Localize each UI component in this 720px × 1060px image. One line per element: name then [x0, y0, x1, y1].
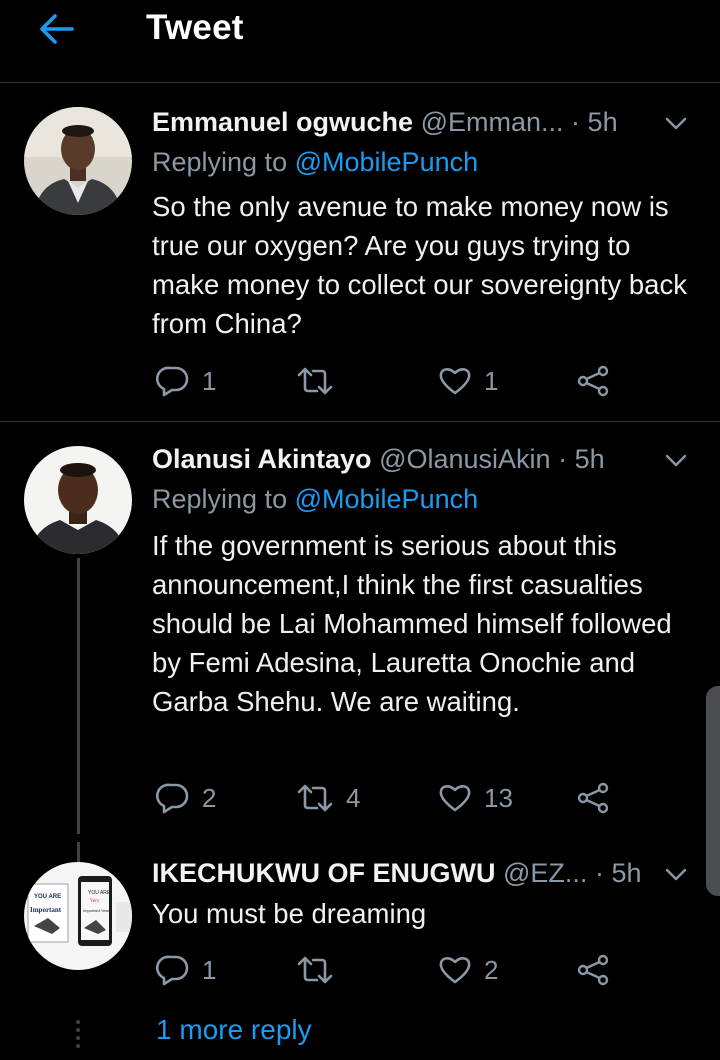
timestamp[interactable]: 5h [611, 858, 641, 888]
retweet-icon [297, 367, 333, 395]
replying-to-label: Replying to [152, 484, 288, 514]
reply-count: 1 [202, 365, 217, 396]
tweet-text: So the only avenue to make money now is … [152, 191, 687, 339]
mention-link[interactable]: @MobilePunch [295, 484, 479, 514]
user-handle[interactable]: @Emman... [421, 107, 564, 137]
heart-icon [439, 368, 471, 395]
user-handle[interactable]: @OlanusiAkin [379, 444, 550, 474]
reply-icon [156, 366, 189, 397]
display-name[interactable]: Emmanuel ogwuche [152, 107, 413, 137]
tweet-header: Olanusi Akintayo @OlanusiAkin · 5h [152, 442, 672, 476]
book-cover-text: Important [30, 906, 62, 914]
timestamp[interactable]: 5h [588, 107, 618, 137]
share-icon [577, 365, 609, 397]
tweet-actions: 1 2 [152, 950, 672, 990]
display-name[interactable]: Olanusi Akintayo [152, 444, 372, 474]
book-cover-text: YOU ARE [88, 890, 111, 896]
avatar[interactable]: YOU ARE Important YOU ARE Very Important… [24, 862, 132, 970]
share-icon [577, 782, 609, 814]
replying-to: Replying to @MobilePunch [152, 145, 478, 179]
retweet-count: 4 [346, 782, 361, 813]
tweet-actions: 1 1 [152, 361, 672, 401]
like-count: 13 [484, 782, 513, 813]
share-button[interactable] [576, 778, 610, 818]
separator-dot: · [571, 107, 581, 137]
tweet-menu-button[interactable] [662, 109, 690, 137]
thread-connector [77, 842, 80, 862]
share-button[interactable] [576, 950, 610, 990]
share-button[interactable] [576, 361, 610, 401]
like-button[interactable]: 1 [438, 361, 498, 401]
like-button[interactable]: 13 [438, 778, 513, 818]
arrow-left-icon [40, 14, 74, 44]
reply-button[interactable]: 2 [156, 778, 216, 818]
heart-icon [439, 785, 471, 812]
retweet-icon [297, 784, 333, 812]
page-title: Tweet [146, 8, 244, 47]
mention-link[interactable]: @MobilePunch [295, 147, 479, 177]
reply-icon [156, 783, 189, 814]
chevron-down-icon [665, 454, 687, 467]
retweet-button[interactable] [296, 950, 334, 990]
reply-button[interactable]: 1 [156, 950, 216, 990]
show-more-replies-link[interactable]: 1 more reply [156, 1014, 312, 1046]
replying-to-label: Replying to [152, 147, 288, 177]
book-cover-text: Important Years [83, 908, 111, 913]
replying-to: Replying to @MobilePunch [152, 482, 478, 516]
tweet-header: IKECHUKWU OF ENUGWU @EZ... · 5h [152, 856, 672, 890]
timestamp[interactable]: 5h [575, 444, 605, 474]
separator-dot: · [558, 444, 568, 474]
like-count: 1 [484, 365, 499, 396]
reply-count: 2 [202, 782, 217, 813]
tweet-text: If the government is serious about this … [152, 530, 672, 717]
retweet-button[interactable]: 4 [296, 778, 360, 818]
thread-connector [77, 558, 80, 834]
user-handle[interactable]: @EZ... [503, 858, 587, 888]
tweet-text: You must be dreaming [152, 898, 427, 929]
reply-tweet[interactable]: Olanusi Akintayo @OlanusiAkin · 5h Reply… [0, 422, 720, 842]
avatar[interactable] [24, 107, 132, 215]
reply-tweet[interactable]: Emmanuel ogwuche @Emman... · 5h Replying… [0, 83, 720, 422]
reply-tweet[interactable]: YOU ARE Important YOU ARE Very Important… [0, 842, 720, 1060]
tweet-menu-button[interactable] [662, 860, 690, 888]
reply-button[interactable]: 1 [156, 361, 216, 401]
tweet-actions: 2 4 13 [152, 778, 672, 818]
display-name[interactable]: IKECHUKWU OF ENUGWU [152, 858, 495, 888]
tweet-menu-button[interactable] [662, 446, 690, 474]
separator-dot: · [594, 858, 604, 888]
heart-icon [439, 957, 471, 984]
chevron-down-icon [665, 868, 687, 881]
tweet-header: Emmanuel ogwuche @Emman... · 5h [152, 105, 672, 139]
book-cover-text: YOU ARE [34, 894, 61, 900]
book-cover-text: Very [90, 899, 100, 904]
back-button[interactable] [36, 12, 76, 46]
avatar[interactable] [24, 446, 132, 554]
retweet-button[interactable] [296, 361, 334, 401]
share-icon [577, 954, 609, 986]
scrollbar-handle[interactable] [706, 686, 720, 896]
reply-count: 1 [202, 954, 217, 985]
chevron-down-icon [665, 117, 687, 130]
like-button[interactable]: 2 [438, 950, 498, 990]
retweet-icon [297, 956, 333, 984]
thread-dots [76, 1020, 81, 1052]
like-count: 2 [484, 954, 499, 985]
reply-icon [156, 955, 189, 986]
top-app-bar: Tweet [0, 0, 720, 83]
